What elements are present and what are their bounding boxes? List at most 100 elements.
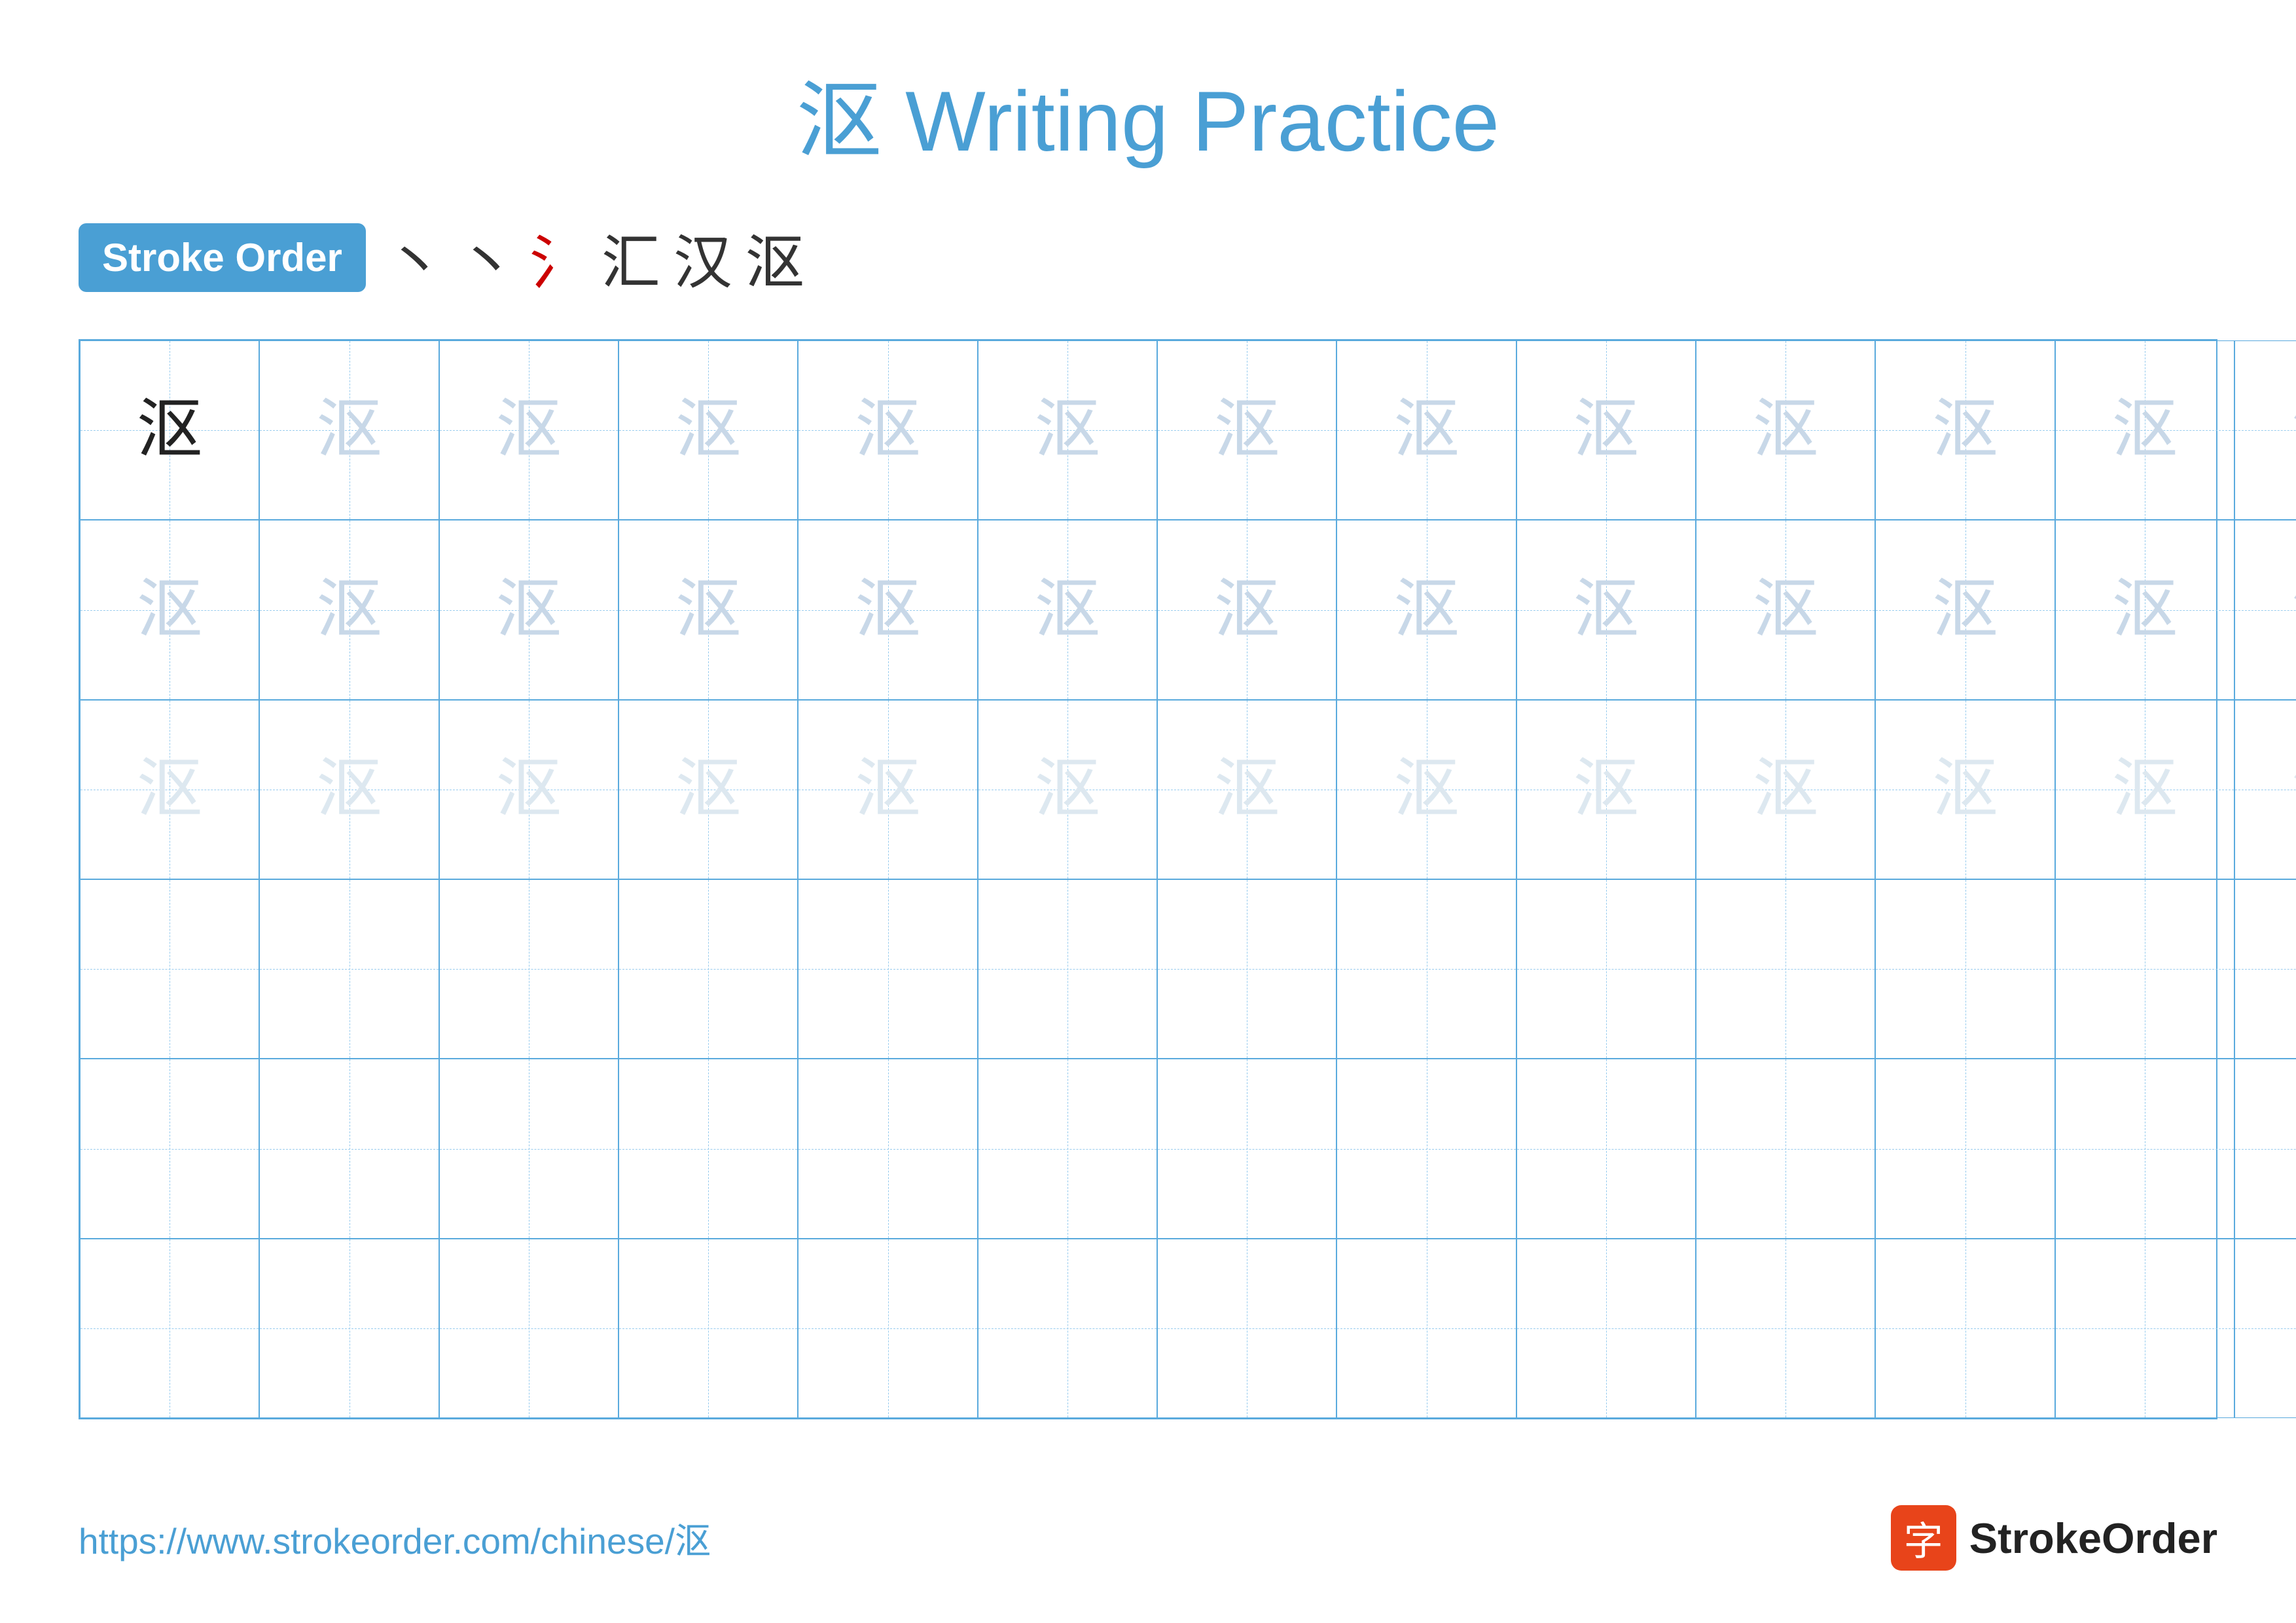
grid-cell[interactable]: 沤	[798, 340, 977, 520]
stroke-5: 汉	[673, 215, 732, 300]
stroke-1: 丶	[386, 215, 444, 300]
grid-cell[interactable]: 沤	[978, 340, 1157, 520]
grid-cell[interactable]	[798, 1059, 977, 1238]
grid-cell[interactable]	[619, 1239, 798, 1418]
stroke-2: 丶	[457, 215, 516, 300]
practice-char: 沤	[1394, 397, 1460, 463]
grid-cell[interactable]	[2234, 1239, 2296, 1418]
grid-cell[interactable]: 沤	[1336, 520, 1516, 699]
practice-char: 沤	[1933, 757, 1998, 822]
grid-cell[interactable]: 沤	[259, 520, 439, 699]
grid-cell[interactable]	[1336, 1059, 1516, 1238]
grid-cell[interactable]: 沤	[978, 520, 1157, 699]
grid-cell[interactable]	[80, 879, 259, 1059]
grid-cell[interactable]	[259, 1059, 439, 1238]
grid-cell[interactable]: 沤	[439, 340, 619, 520]
practice-char: 沤	[137, 757, 202, 822]
grid-cell[interactable]	[1157, 879, 1336, 1059]
practice-char: 沤	[1753, 757, 1818, 822]
grid-cell[interactable]	[1516, 1239, 1696, 1418]
grid-cell[interactable]	[1875, 1239, 2054, 1418]
practice-char: 沤	[1035, 757, 1100, 822]
grid-cell[interactable]	[259, 879, 439, 1059]
grid-cell[interactable]: 沤	[439, 520, 619, 699]
grid-cell[interactable]	[80, 1239, 259, 1418]
grid-cell[interactable]: 沤	[1157, 340, 1336, 520]
grid-cell[interactable]	[2234, 1059, 2296, 1238]
practice-char: 沤	[2112, 397, 2178, 463]
grid-cell[interactable]	[1516, 879, 1696, 1059]
practice-char: 沤	[1753, 577, 1818, 643]
practice-char: 沤	[675, 757, 741, 822]
grid-cell[interactable]	[798, 1239, 977, 1418]
grid-cell[interactable]: 沤	[619, 340, 798, 520]
footer-url[interactable]: https://www.strokeorder.com/chinese/沤	[79, 1512, 711, 1564]
grid-cell[interactable]	[80, 1059, 259, 1238]
grid-cell[interactable]	[978, 1239, 1157, 1418]
grid-cell[interactable]: 沤	[798, 700, 977, 879]
grid-cell[interactable]: 沤	[2234, 520, 2296, 699]
grid-cell[interactable]	[1696, 1059, 1875, 1238]
grid-cell[interactable]: 沤	[1336, 700, 1516, 879]
grid-cell[interactable]: 沤	[1696, 700, 1875, 879]
grid-cell[interactable]: 沤	[619, 700, 798, 879]
grid-cell[interactable]	[439, 879, 619, 1059]
grid-cell[interactable]: 沤	[80, 700, 259, 879]
grid-cell[interactable]: 沤	[1516, 520, 1696, 699]
grid-cell[interactable]: 沤	[2234, 340, 2296, 520]
grid-cell[interactable]: 沤	[2055, 520, 2234, 699]
grid-cell[interactable]: 沤	[1336, 340, 1516, 520]
practice-char: 沤	[1214, 757, 1280, 822]
grid-cell[interactable]	[1696, 1239, 1875, 1418]
grid-cell[interactable]: 沤	[798, 520, 977, 699]
grid-cell[interactable]	[259, 1239, 439, 1418]
grid-cell[interactable]: 沤	[978, 700, 1157, 879]
practice-char: 沤	[2112, 757, 2178, 822]
grid-cell[interactable]	[2055, 879, 2234, 1059]
practice-char: 沤	[855, 397, 921, 463]
grid-cell[interactable]	[1875, 879, 2054, 1059]
grid-cell[interactable]	[1516, 1059, 1696, 1238]
grid-cell[interactable]: 沤	[2234, 700, 2296, 879]
stroke-4: 汇	[601, 215, 660, 300]
stroke-6: 沤	[745, 215, 804, 300]
grid-cell[interactable]: 沤	[1696, 520, 1875, 699]
grid-cell[interactable]	[978, 879, 1157, 1059]
grid-cell[interactable]	[1157, 1059, 1336, 1238]
grid-cell[interactable]	[1336, 1239, 1516, 1418]
grid-cell[interactable]: 沤	[1875, 520, 2054, 699]
grid-cell[interactable]	[2234, 879, 2296, 1059]
grid-cell[interactable]: 沤	[259, 340, 439, 520]
grid-cell[interactable]	[619, 1059, 798, 1238]
grid-cell[interactable]	[1157, 1239, 1336, 1418]
grid-cell[interactable]: 沤	[2055, 700, 2234, 879]
grid-cell[interactable]: 沤	[1516, 700, 1696, 879]
grid-cell[interactable]	[439, 1059, 619, 1238]
practice-char: 沤	[1933, 397, 1998, 463]
grid-cell[interactable]	[619, 879, 798, 1059]
grid-cell[interactable]	[978, 1059, 1157, 1238]
grid-cell[interactable]: 沤	[1157, 520, 1336, 699]
grid-cell[interactable]: 沤	[439, 700, 619, 879]
grid-cell[interactable]: 沤	[80, 340, 259, 520]
grid-cell[interactable]: 沤	[259, 700, 439, 879]
practice-grid: 沤沤沤沤沤沤沤沤沤沤沤沤沤沤沤沤沤沤沤沤沤沤沤沤沤沤沤沤沤沤沤沤沤沤沤沤沤沤沤	[79, 339, 2217, 1419]
grid-cell[interactable]	[1696, 879, 1875, 1059]
grid-cell[interactable]: 沤	[2055, 340, 2234, 520]
grid-cell[interactable]: 沤	[1875, 340, 2054, 520]
grid-cell[interactable]	[798, 879, 977, 1059]
grid-cell[interactable]	[439, 1239, 619, 1418]
grid-cell[interactable]	[2055, 1239, 2234, 1418]
grid-cell[interactable]: 沤	[1875, 700, 2054, 879]
grid-cell[interactable]: 沤	[619, 520, 798, 699]
grid-cell[interactable]	[1336, 879, 1516, 1059]
grid-cell[interactable]	[1875, 1059, 2054, 1238]
grid-cell[interactable]: 沤	[1157, 700, 1336, 879]
grid-cell[interactable]	[2055, 1059, 2234, 1238]
grid-cell[interactable]: 沤	[1696, 340, 1875, 520]
practice-char: 沤	[675, 577, 741, 643]
grid-cell[interactable]: 沤	[1516, 340, 1696, 520]
footer: https://www.strokeorder.com/chinese/沤 字 …	[79, 1505, 2217, 1571]
stroke-order-area: Stroke Order 丶 丶 氵 汇 汉 沤	[79, 215, 2217, 300]
grid-cell[interactable]: 沤	[80, 520, 259, 699]
